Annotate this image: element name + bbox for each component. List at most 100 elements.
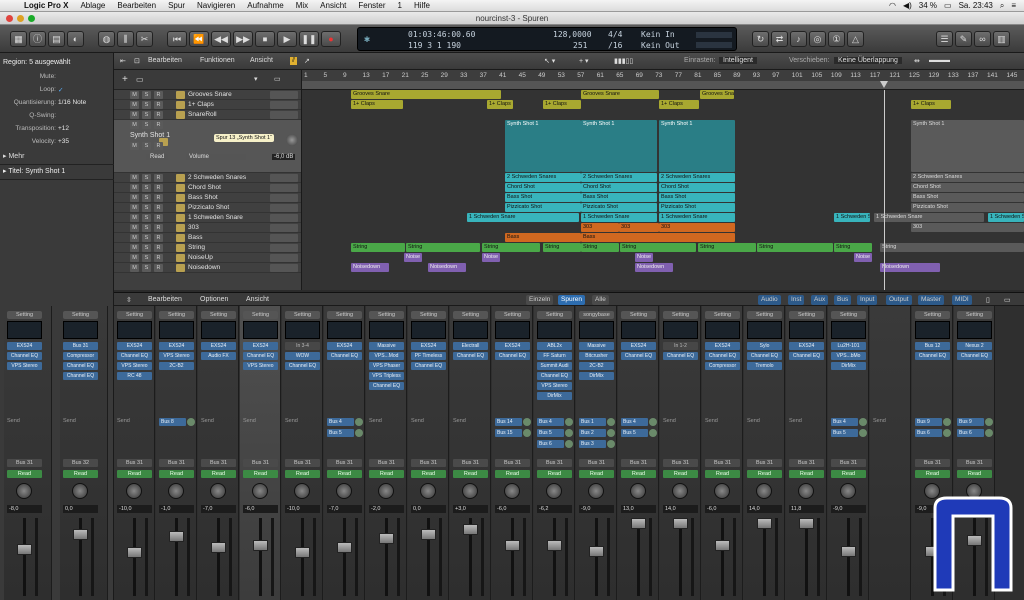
track-m-button[interactable]: M: [130, 254, 139, 262]
automation-mode[interactable]: Read: [789, 470, 824, 478]
volume-readout[interactable]: 0,0: [63, 505, 98, 513]
pan-knob[interactable]: [126, 483, 142, 499]
track-m-button[interactable]: M: [130, 91, 139, 99]
region-303[interactable]: 303: [659, 223, 735, 232]
setting-button[interactable]: Setting: [453, 311, 488, 319]
send-knob[interactable]: [565, 418, 573, 426]
eq-thumbnail[interactable]: [327, 321, 362, 339]
horizontal-zoom[interactable]: ▬▬▬: [929, 57, 950, 64]
output-slot[interactable]: Bus 31: [663, 459, 698, 467]
send-knob[interactable]: [565, 429, 573, 437]
track-s-button[interactable]: S: [142, 111, 151, 119]
channel-strip[interactable]: SettingEXS24Channel EQSendBus 14Bus 15Bu…: [492, 306, 533, 600]
filter-audio[interactable]: Audio: [758, 295, 781, 305]
output-slot[interactable]: Bus 31: [117, 459, 152, 467]
setting-button[interactable]: Setting: [705, 311, 740, 319]
volume-fader[interactable]: [631, 518, 646, 529]
plugin-slot[interactable]: EXS24: [7, 342, 42, 350]
region-grooves-snare[interactable]: Grooves Snare: [700, 90, 734, 99]
plugin-slot[interactable]: FF Saturn: [537, 352, 572, 360]
tuning-button[interactable]: ♪: [790, 31, 807, 47]
region-synth-shot[interactable]: Synth Shot 1: [911, 120, 1024, 172]
send-slot[interactable]: Bus 4: [831, 418, 858, 426]
region-synth-shot[interactable]: Synth Shot 1: [505, 120, 581, 172]
send-slot[interactable]: Bus 4: [621, 418, 648, 426]
track-s-button[interactable]: S: [142, 184, 151, 192]
count-in-button[interactable]: ①: [828, 31, 845, 47]
more-toggle[interactable]: ▸ Mehr: [3, 152, 24, 160]
region-string[interactable]: String: [880, 243, 1024, 252]
plugin-slot[interactable]: EXS24: [201, 342, 236, 350]
eq-thumbnail[interactable]: [705, 321, 740, 339]
plugin-slot[interactable]: Nexus 2: [957, 342, 992, 350]
menu-aufnahme[interactable]: Aufnahme: [241, 1, 289, 10]
plugin-slot[interactable]: Channel EQ: [285, 362, 320, 370]
track-m-button[interactable]: M: [130, 204, 139, 212]
output-slot[interactable]: Bus 31: [495, 459, 530, 467]
output-slot[interactable]: Bus 31: [327, 459, 362, 467]
channel-strip[interactable]: Setting EXS24 Channel EQ Compressor Send Bus …: [702, 306, 743, 600]
region-chord[interactable]: Chord Shot: [659, 183, 735, 192]
eq-thumbnail[interactable]: [159, 321, 194, 339]
volume-fader[interactable]: [421, 529, 436, 540]
plugin-slot[interactable]: VPS...bMo: [831, 352, 866, 360]
track-s-button[interactable]: S: [142, 224, 151, 232]
menu-fenster[interactable]: Fenster: [352, 1, 391, 10]
automation-mode[interactable]: Read: [537, 470, 572, 478]
volume-fader[interactable]: [757, 518, 772, 529]
send-knob[interactable]: [607, 429, 615, 437]
channel-strip[interactable]: Setting Massive VPS...Mod VPS Phaser VPS Tri…: [366, 306, 407, 600]
automation-value[interactable]: -6,0 dB: [272, 154, 296, 160]
volume-readout[interactable]: -6,0: [243, 505, 278, 513]
plugin-slot[interactable]: VPS Stereo: [243, 362, 278, 370]
pan-knob[interactable]: [462, 483, 478, 499]
track-r-button[interactable]: R: [154, 174, 163, 182]
mixer-nav-icon[interactable]: ⇳: [126, 296, 132, 304]
track-s-button[interactable]: S: [142, 101, 151, 109]
automation-mode[interactable]: Read: [579, 470, 614, 478]
plugin-slot[interactable]: Channel EQ: [747, 352, 782, 360]
eq-thumbnail[interactable]: [453, 321, 488, 339]
filter-inst[interactable]: Inst: [788, 295, 805, 305]
channel-strip[interactable]: SettingEXS24Channel EQSendBus 4Bus 5Bus …: [324, 306, 365, 600]
volume-fader[interactable]: [841, 546, 856, 557]
send-slot[interactable]: Bus 9: [915, 418, 942, 426]
send-knob[interactable]: [355, 429, 363, 437]
plugin-slot[interactable]: Bitcrusher: [579, 352, 614, 360]
plugin-slot[interactable]: Massive: [369, 342, 404, 350]
output-slot[interactable]: Bus 31: [159, 459, 194, 467]
track-m-button[interactable]: M: [130, 142, 139, 150]
eq-thumbnail[interactable]: [63, 321, 98, 339]
plugin-slot[interactable]: Channel EQ: [327, 352, 362, 360]
region-schweden2[interactable]: 2 Schweden Snares: [911, 173, 1024, 182]
move-select[interactable]: Keine Überlappung: [834, 57, 902, 64]
plugin-slot[interactable]: PF Timeless: [411, 352, 446, 360]
region-bass[interactable]: Bass: [505, 233, 581, 242]
region-noisedown[interactable]: Noisedown: [635, 263, 673, 272]
volume-icon[interactable]: ◀): [903, 1, 912, 10]
track-search-icon[interactable]: ▭: [274, 75, 281, 83]
tuner-button[interactable]: ◍: [98, 31, 115, 47]
plugin-slot[interactable]: Channel EQ: [621, 352, 656, 360]
plugin-slot[interactable]: DirMix: [831, 362, 866, 370]
setting-button[interactable]: Setting: [915, 311, 950, 319]
plugin-slot[interactable]: VPS Tripless: [369, 372, 404, 380]
filter-input[interactable]: Input: [857, 295, 878, 305]
eq-thumbnail[interactable]: [747, 321, 782, 339]
menu-bearbeiten[interactable]: Bearbeiten: [111, 1, 162, 10]
plugin-slot[interactable]: Sylo: [747, 342, 782, 350]
setting-button[interactable]: Setting: [327, 311, 362, 319]
menu-1[interactable]: 1: [392, 1, 408, 10]
mixer-mode-all[interactable]: Alle: [592, 295, 609, 305]
send-slot[interactable]: Bus 5: [831, 429, 858, 437]
pan-knob[interactable]: [252, 483, 268, 499]
send-slot[interactable]: Bus 9: [957, 418, 984, 426]
output-slot[interactable]: Bus 31: [789, 459, 824, 467]
region-noisedown[interactable]: Noisedown: [351, 263, 389, 272]
region-bass_shot[interactable]: Bass Shot: [911, 193, 1024, 202]
replace-button[interactable]: ⇄: [771, 31, 788, 47]
region-noisedown[interactable]: Noisedown: [880, 263, 940, 272]
send-slot[interactable]: Bus 4: [537, 418, 564, 426]
track-r-button[interactable]: R: [154, 121, 163, 129]
channel-strip[interactable]: Setting EXS24 Channel EQ VPS Stereo Send Bus …: [240, 306, 281, 600]
